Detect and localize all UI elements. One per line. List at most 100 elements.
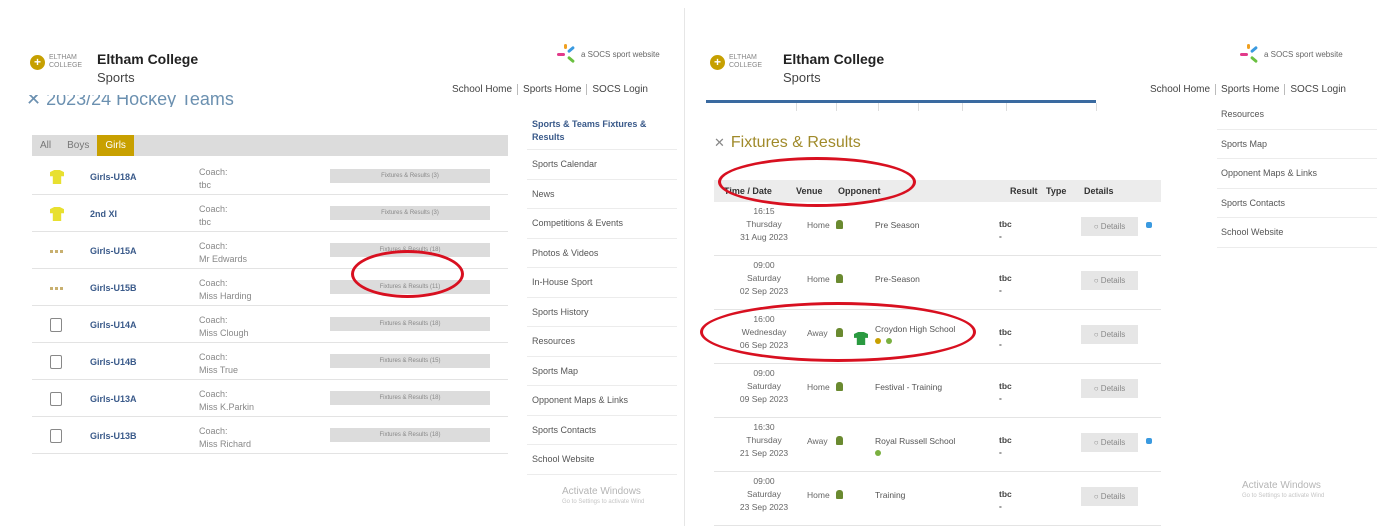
fixtures-results-button[interactable]: Fixtures & Results (3): [330, 169, 490, 183]
fixture-result: tbc -: [999, 435, 1012, 457]
details-button[interactable]: ○ Details: [1081, 433, 1138, 452]
venue-person-icon: [836, 328, 843, 337]
nav-item[interactable]: Sports History: [527, 298, 677, 327]
fixtures-results-button[interactable]: Fixtures & Results (18): [330, 428, 490, 442]
fixtures-results-button[interactable]: Fixtures & Results (15): [330, 354, 490, 368]
nav-item[interactable]: In-House Sport: [527, 268, 677, 298]
team-row: Girls-U14A Coach: Miss Clough Fixtures & Re…: [32, 306, 508, 343]
coach-info: Coach: tbc: [199, 204, 228, 227]
details-button[interactable]: ○ Details: [1081, 487, 1138, 506]
nav-item[interactable]: Sports Map: [527, 357, 677, 386]
link-sports-home[interactable]: Sports Home: [518, 84, 588, 95]
venue-person-icon: [836, 220, 843, 229]
fixtures-results-button[interactable]: Fixtures & Results (11): [330, 280, 490, 294]
nav-item[interactable]: Opponent Maps & Links: [527, 386, 677, 416]
map-icon[interactable]: [875, 450, 881, 456]
crest-icon: +: [30, 54, 45, 70]
fixtures-results-button[interactable]: Fixtures & Results (18): [330, 243, 490, 257]
team-name-link[interactable]: Girls-U13B: [90, 431, 137, 441]
filter-all[interactable]: All: [32, 135, 59, 156]
logo-text: ELTHAM COLLEGE: [49, 54, 83, 69]
col-time-date: Time / Date: [724, 186, 772, 196]
nav-item[interactable]: School Website: [1217, 218, 1377, 248]
socs-pinwheel-icon: [557, 44, 577, 64]
fixture-opponent: Festival - Training: [875, 382, 943, 392]
opponent-links: [875, 450, 881, 456]
socs-badge[interactable]: a SOCS sport website: [1240, 44, 1343, 64]
nav-item[interactable]: Resources: [1217, 100, 1377, 130]
team-name-link[interactable]: Girls-U14B: [90, 357, 137, 367]
twitter-icon[interactable]: [1146, 438, 1152, 444]
activate-windows-watermark: Activate Windows Go to Settings to activ…: [1242, 480, 1325, 499]
fixture-opponent: Pre Season: [875, 220, 920, 230]
nav-item[interactable]: Competitions & Events: [527, 209, 677, 239]
venue-person-icon: [836, 382, 843, 391]
filter-boys[interactable]: Boys: [59, 135, 97, 156]
fixtures-results-button[interactable]: Fixtures & Results (18): [330, 317, 490, 331]
hockey-sticks-icon: ✕: [714, 135, 725, 150]
crest-icon: +: [710, 54, 725, 70]
nav-sports-teams-fixtures[interactable]: Sports & Teams Fixtures & Results: [527, 106, 677, 150]
search-icon[interactable]: [875, 338, 881, 344]
nav-item[interactable]: Resources: [527, 327, 677, 357]
teams-list: Girls-U18A Coach: tbc Fixtures & Results (3…: [32, 158, 508, 454]
col-venue: Venue: [796, 186, 823, 196]
fixtures-table-header: Time / Date Venue Opponent Result Type D…: [714, 180, 1161, 202]
nav-item[interactable]: Sports Map: [1217, 130, 1377, 159]
team-name-link[interactable]: Girls-U13A: [90, 394, 137, 404]
fixture-datetime: 09:00 Saturday 09 Sep 2023: [739, 368, 789, 404]
fixtures-results-button[interactable]: Fixtures & Results (3): [330, 206, 490, 220]
nav-item[interactable]: School Website: [527, 445, 677, 475]
twitter-icon[interactable]: [1146, 222, 1152, 228]
link-socs-login[interactable]: SOCS Login: [587, 84, 653, 95]
socs-badge[interactable]: a SOCS sport website: [557, 44, 660, 64]
team-name-link[interactable]: Girls-U15B: [90, 283, 137, 293]
site-name[interactable]: Eltham College Sports: [783, 51, 884, 85]
site-name[interactable]: Eltham College Sports: [97, 51, 198, 85]
fixtures-list: 16:15 Thursday 31 Aug 2023 Home Pre Season tb…: [714, 202, 1161, 526]
map-icon[interactable]: [886, 338, 892, 344]
link-socs-login[interactable]: SOCS Login: [1285, 84, 1351, 95]
school-logo[interactable]: + ELTHAM COLLEGE: [710, 54, 765, 70]
nav-item[interactable]: Sports Contacts: [1217, 189, 1377, 218]
team-kit-icon: [50, 318, 62, 332]
nav-item[interactable]: Photos & Videos: [527, 239, 677, 268]
nav-item[interactable]: News: [527, 180, 677, 209]
nav-item[interactable]: Sports Calendar: [527, 150, 677, 180]
details-button[interactable]: ○ Details: [1081, 379, 1138, 398]
fixture-venue: Home: [807, 382, 830, 392]
filter-girls[interactable]: Girls: [97, 135, 134, 156]
fixture-venue: Home: [807, 220, 830, 230]
team-kit-icon: [50, 355, 62, 369]
team-row: Girls-U18A Coach: tbc Fixtures & Results (3…: [32, 158, 508, 195]
details-button[interactable]: ○ Details: [1081, 271, 1138, 290]
details-button[interactable]: ○ Details: [1081, 217, 1138, 236]
coach-info: Coach: Miss K.Parkin: [199, 389, 255, 412]
team-name-link[interactable]: Girls-U18A: [90, 172, 137, 182]
venue-person-icon: [836, 274, 843, 283]
col-details: Details: [1084, 186, 1114, 196]
nav-item[interactable]: Sports Contacts: [527, 416, 677, 445]
fixture-row: 09:00 Saturday 23 Sep 2023 Home Training tbc -…: [714, 472, 1161, 526]
school-logo[interactable]: + ELTHAM COLLEGE: [30, 54, 85, 70]
coach-info: Coach: Miss True: [199, 352, 239, 375]
fixture-opponent: Pre-Season: [875, 274, 920, 284]
nav-item[interactable]: Opponent Maps & Links: [1217, 159, 1377, 189]
top-links: School Home Sports Home SOCS Login: [447, 84, 653, 95]
hockey-icon: ✕: [26, 95, 47, 107]
coach-info: Coach: Mr Edwards: [199, 241, 248, 264]
team-row: Girls-U15B Coach: Miss Harding Fixtures & R…: [32, 269, 508, 306]
link-school-home[interactable]: School Home: [447, 84, 519, 95]
site-subtitle: Sports: [783, 70, 821, 85]
team-name-link[interactable]: Girls-U14A: [90, 320, 137, 330]
link-sports-home[interactable]: Sports Home: [1216, 84, 1286, 95]
fixture-venue: Home: [807, 490, 830, 500]
site-header: + ELTHAM COLLEGE Eltham College Sports a…: [700, 8, 1388, 96]
link-school-home[interactable]: School Home: [1145, 84, 1217, 95]
team-name-link[interactable]: Girls-U15A: [90, 246, 137, 256]
fixture-result: tbc -: [999, 489, 1012, 511]
fixtures-results-button[interactable]: Fixtures & Results (18): [330, 391, 490, 405]
details-button[interactable]: ○ Details: [1081, 325, 1138, 344]
team-name-link[interactable]: 2nd XI: [90, 209, 117, 219]
fixture-row: 16:00 Wednesday 06 Sep 2023 Away Croydon Hig…: [714, 310, 1161, 364]
